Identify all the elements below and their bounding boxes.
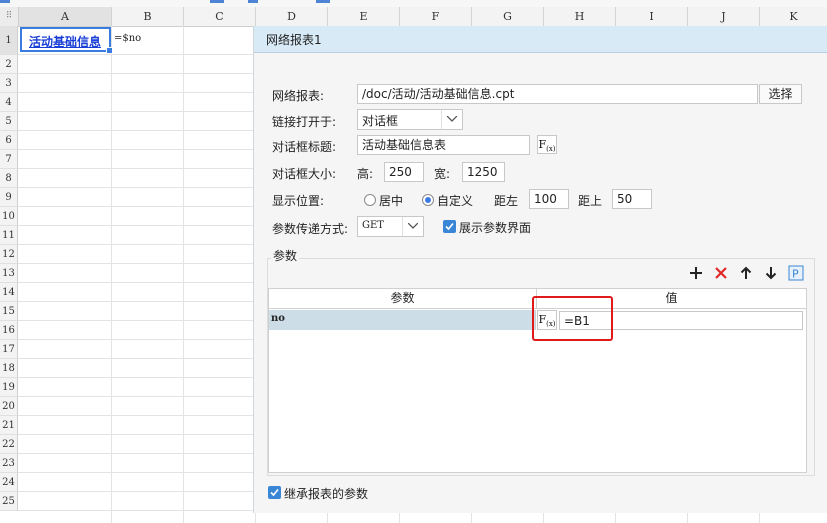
top-toolbar-strip — [0, 0, 827, 7]
column-header-b[interactable]: B — [112, 7, 184, 26]
delete-icon[interactable] — [713, 265, 729, 281]
column-header-a[interactable]: A — [19, 7, 112, 26]
param-method-label: 参数传递方式: — [272, 222, 349, 236]
row-header-4[interactable]: 4 — [0, 93, 18, 112]
highlight-box — [532, 296, 613, 341]
row-header-9[interactable]: 9 — [0, 188, 18, 207]
row-header-3[interactable]: 3 — [0, 74, 18, 93]
display-position-label: 显示位置: — [272, 194, 325, 208]
row-header-11[interactable]: 11 — [0, 226, 18, 245]
row-header-23[interactable]: 23 — [0, 454, 18, 473]
inherit-params-label: 继承报表的参数 — [284, 487, 369, 501]
chevron-down-icon[interactable] — [441, 110, 462, 129]
top-offset-input[interactable]: 50 — [612, 189, 652, 209]
arrow-up-icon[interactable] — [738, 265, 754, 281]
formula-fx-icon[interactable]: F(x) — [537, 135, 557, 154]
height-label: 高: — [357, 167, 374, 181]
row-header-25[interactable]: 25 — [0, 492, 18, 511]
column-header-c[interactable]: C — [184, 7, 256, 26]
param-column-header: 参数 — [269, 289, 537, 309]
p-icon[interactable]: P — [788, 265, 804, 281]
column-header-g[interactable]: G — [472, 7, 544, 26]
choose-button[interactable]: 选择 — [759, 84, 802, 104]
column-header-e[interactable]: E — [328, 7, 400, 26]
inherit-params-checkbox[interactable] — [268, 486, 281, 499]
fill-handle[interactable] — [106, 47, 113, 54]
width-label: 宽: — [434, 167, 451, 181]
row-header-16[interactable]: 16 — [0, 321, 18, 340]
dialog-size-label: 对话框大小: — [272, 167, 337, 181]
row-header-5[interactable]: 5 — [0, 112, 18, 131]
position-center-radio[interactable] — [364, 194, 376, 206]
row-header-20[interactable]: 20 — [0, 397, 18, 416]
width-input[interactable]: 1250 — [462, 162, 505, 182]
network-report-label: 网络报表: — [272, 89, 325, 103]
row-header-14[interactable]: 14 — [0, 283, 18, 302]
column-header-k[interactable]: K — [760, 7, 827, 26]
row-header-15[interactable]: 15 — [0, 302, 18, 321]
param-method-value: GET — [362, 220, 384, 231]
column-header-d[interactable]: D — [256, 7, 328, 26]
position-center-label: 居中 — [379, 194, 404, 208]
top-offset-label: 距上 — [578, 194, 603, 208]
row-header-18[interactable]: 18 — [0, 359, 18, 378]
show-params-checkbox[interactable] — [443, 220, 456, 233]
row-header-21[interactable]: 21 — [0, 416, 18, 435]
table-row[interactable]: no — [269, 310, 536, 330]
cell-a1-hyperlink[interactable]: 活动基础信息 — [29, 33, 101, 50]
params-group-label: 参数 — [271, 247, 300, 264]
arrow-down-icon[interactable] — [763, 265, 779, 281]
cell-a1[interactable]: 活动基础信息 — [20, 27, 113, 54]
row-header-19[interactable]: 19 — [0, 378, 18, 397]
select-all-corner[interactable]: ⠿ — [0, 7, 19, 26]
position-custom-label: 自定义 — [437, 194, 474, 208]
param-method-select[interactable]: GET — [357, 216, 424, 237]
open-link-label: 链接打开于: — [272, 115, 337, 129]
row-header-6[interactable]: 6 — [0, 131, 18, 150]
row-header-17[interactable]: 17 — [0, 340, 18, 359]
hyperlink-dialog-panel: 网络报表1 网络报表: /doc/活动/活动基础信息.cpt 选择 链接打开于:… — [253, 26, 827, 513]
column-header-h[interactable]: H — [544, 7, 616, 26]
row-header-22[interactable]: 22 — [0, 435, 18, 454]
left-offset-label: 距左 — [494, 194, 519, 208]
plus-icon[interactable] — [688, 265, 704, 281]
row-header-12[interactable]: 12 — [0, 245, 18, 264]
left-offset-input[interactable]: 100 — [529, 189, 569, 209]
network-report-path-input[interactable]: /doc/活动/活动基础信息.cpt — [357, 84, 758, 104]
dialog-title-label: 对话框标题: — [272, 140, 337, 154]
column-header-i[interactable]: I — [616, 7, 688, 26]
panel-title-bar: 网络报表1 — [254, 26, 827, 53]
row-header-24[interactable]: 24 — [0, 473, 18, 492]
column-header-j[interactable]: J — [688, 7, 760, 26]
row-header-7[interactable]: 7 — [0, 150, 18, 169]
chevron-down-icon[interactable] — [402, 217, 423, 236]
row-header-13[interactable]: 13 — [0, 264, 18, 283]
row-header-10[interactable]: 10 — [0, 207, 18, 226]
height-input[interactable]: 250 — [384, 162, 424, 182]
column-header-f[interactable]: F — [400, 7, 472, 26]
row-header-2[interactable]: 2 — [0, 55, 18, 74]
cell-b1[interactable]: =$no — [114, 33, 141, 44]
svg-text:P: P — [792, 268, 799, 281]
open-link-select[interactable]: 对话框 — [357, 109, 463, 130]
open-link-value: 对话框 — [362, 114, 399, 128]
param-name-cell[interactable]: no — [271, 313, 285, 324]
show-params-label: 展示参数界面 — [459, 221, 532, 235]
position-custom-radio[interactable] — [422, 194, 434, 206]
dialog-title-input[interactable]: 活动基础信息表 — [357, 135, 530, 155]
panel-title: 网络报表1 — [266, 33, 322, 47]
row-header-8[interactable]: 8 — [0, 169, 18, 188]
row-header-1[interactable]: 1 — [0, 26, 18, 55]
